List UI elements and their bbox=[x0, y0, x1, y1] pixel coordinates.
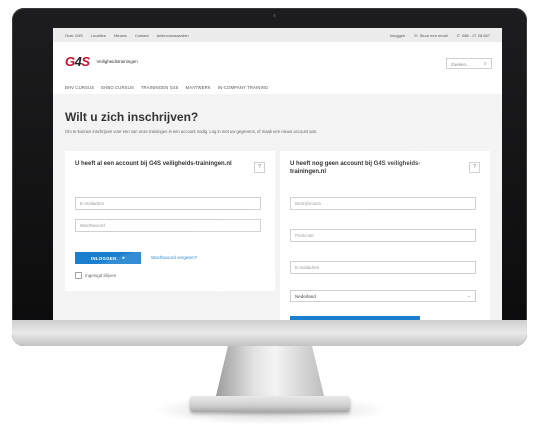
remember-me-checkbox[interactable] bbox=[75, 272, 82, 279]
remember-me[interactable]: Ingelogd blijven bbox=[75, 272, 116, 279]
phone-link[interactable]: ✆ 088 - 27 28 657 bbox=[457, 33, 490, 38]
utility-link-promotions[interactable]: Actievoorwaarden bbox=[157, 33, 189, 38]
register-email-field[interactable] bbox=[290, 261, 476, 274]
monitor-chin bbox=[12, 320, 527, 346]
chevron-down-icon: ⌄ bbox=[466, 293, 471, 299]
login-panel-title: U heeft al een account bij G4S veilighei… bbox=[75, 161, 232, 167]
nav-item-in-company[interactable]: IN-COMPANY TRAINING bbox=[218, 85, 269, 90]
arrow-right-icon: ▸ bbox=[122, 255, 126, 260]
login-link[interactable]: Inloggen bbox=[390, 33, 405, 38]
search-input[interactable]: Zoeken... bbox=[451, 62, 470, 67]
monitor-stand bbox=[215, 345, 325, 400]
nav-item-maatwerk[interactable]: MAATWERK bbox=[186, 85, 211, 90]
main-nav: BHV CURSUS EHBO CURSUS TRAININGEN G4S MA… bbox=[65, 85, 268, 90]
top-utility-bar: Over G4S Locaties Nieuws Contact Actievo… bbox=[53, 28, 502, 42]
login-panel: U heeft al een account bij G4S veilighei… bbox=[65, 151, 275, 291]
email-link-label: Stuur een email bbox=[419, 33, 448, 38]
monitor-base bbox=[190, 396, 350, 412]
search-icon[interactable]: ⌕ bbox=[484, 61, 487, 68]
nav-item-bhv[interactable]: BHV CURSUS bbox=[65, 85, 94, 90]
nav-item-ehbo[interactable]: EHBO CURSUS bbox=[101, 85, 134, 90]
site-name: Veiligheidstrainingen bbox=[96, 59, 138, 64]
page-intro: Om te kunnen inschrijven voor een van on… bbox=[65, 129, 318, 134]
country-select-value: Nederland bbox=[295, 294, 316, 299]
register-button[interactable] bbox=[290, 316, 420, 320]
utility-links: Over G4S Locaties Nieuws Contact Actievo… bbox=[65, 33, 189, 38]
utility-link-locations[interactable]: Locaties bbox=[91, 33, 106, 38]
register-panel: U heeft nog geen account bij G4S veiligh… bbox=[280, 151, 490, 320]
utility-link-about[interactable]: Over G4S bbox=[65, 33, 83, 38]
login-email-field[interactable] bbox=[75, 197, 261, 210]
site-logo[interactable]: G4S Veiligheidstrainingen bbox=[65, 54, 138, 69]
search-box[interactable]: Zoeken... ⌕ bbox=[446, 58, 492, 69]
nav-item-trainingen[interactable]: TRAININGEN G4S bbox=[141, 85, 179, 90]
register-help-button[interactable]: ? bbox=[469, 162, 480, 173]
mail-icon: ✉ bbox=[414, 33, 418, 38]
country-select[interactable]: Nederland ⌄ bbox=[290, 290, 476, 302]
remember-me-label: Ingelogd blijven bbox=[85, 273, 117, 278]
login-help-button[interactable]: ? bbox=[254, 162, 265, 173]
postcode-field[interactable] bbox=[290, 229, 476, 242]
utility-link-news[interactable]: Nieuws bbox=[114, 33, 127, 38]
phone-icon: ✆ bbox=[456, 33, 460, 38]
g4s-logo: G4S bbox=[65, 54, 90, 69]
monitor-screen: Over G4S Locaties Nieuws Contact Actievo… bbox=[53, 28, 502, 320]
login-button-label: INLOGGEN bbox=[90, 255, 117, 261]
webcam bbox=[273, 14, 276, 17]
login-button[interactable]: INLOGGEN ▸ bbox=[75, 252, 141, 264]
forgot-password-link[interactable]: Wachtwoord vergeten? bbox=[151, 255, 197, 260]
site-header: G4S Veiligheidstrainingen Zoeken... ⌕ BH… bbox=[53, 42, 502, 94]
register-panel-title: U heeft nog geen account bij G4S veiligh… bbox=[290, 161, 421, 175]
login-password-field[interactable] bbox=[75, 219, 261, 232]
utility-link-contact[interactable]: Contact bbox=[135, 33, 149, 38]
email-link[interactable]: ✉ Stuur een email bbox=[414, 33, 447, 38]
company-name-field[interactable] bbox=[290, 197, 476, 210]
phone-number: 088 - 27 28 657 bbox=[461, 33, 490, 38]
main-content: Wilt u zich inschrijven? Om te kunnen in… bbox=[53, 94, 502, 320]
page-title: Wilt u zich inschrijven? bbox=[65, 110, 199, 124]
utility-right: Inloggen ✉ Stuur een email ✆ 088 - 27 28 6… bbox=[390, 33, 490, 38]
